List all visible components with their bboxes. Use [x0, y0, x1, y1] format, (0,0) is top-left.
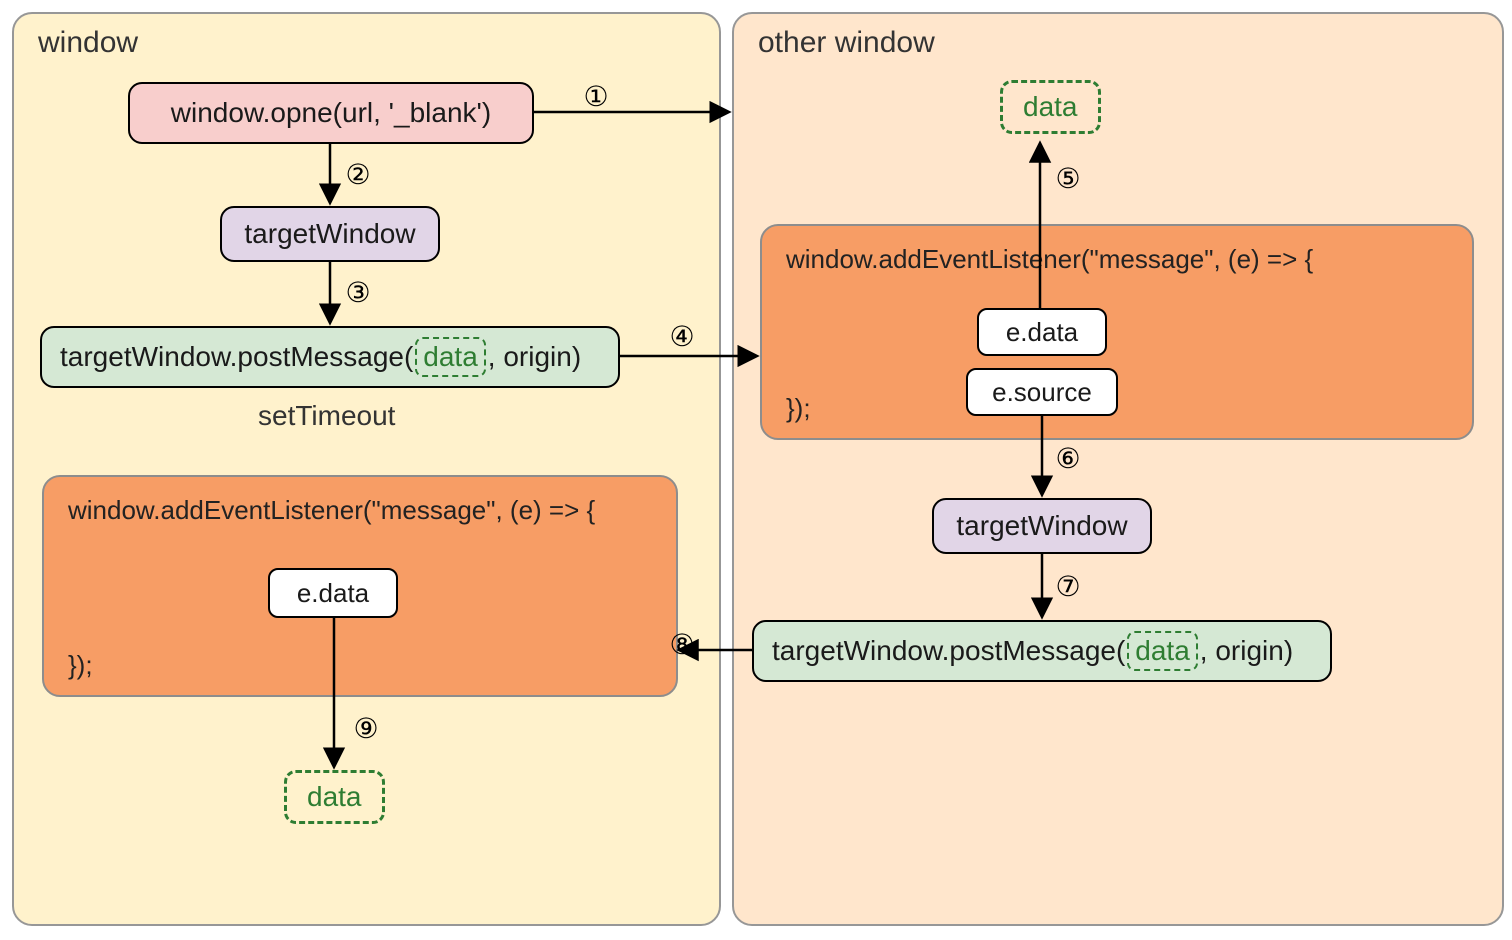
- target-window-node-left: targetWindow: [220, 206, 440, 262]
- step-3: ③: [340, 276, 376, 309]
- data-box-left: data: [284, 770, 385, 824]
- window-open-node: window.opne(url, '_blank'): [128, 82, 534, 144]
- window-title: window: [38, 26, 138, 60]
- other-window-container: other window: [732, 12, 1504, 926]
- step-9: ⑨: [348, 712, 384, 745]
- e-data-node-right: e.data: [977, 308, 1107, 356]
- step-4: ④: [664, 320, 700, 353]
- step-5: ⑤: [1050, 162, 1086, 195]
- step-1: ①: [578, 80, 614, 113]
- post-suffix-right: , origin): [1200, 635, 1293, 667]
- e-source-node-right: e.source: [966, 368, 1118, 416]
- post-message-node-left: targetWindow.postMessage( data , origin): [40, 326, 620, 388]
- listener-open-right: window.addEventListener("message", (e) =…: [786, 244, 1448, 275]
- step-8: ⑧: [664, 628, 700, 661]
- inline-data-left: data: [415, 337, 486, 377]
- e-data-node-left: e.data: [268, 568, 398, 618]
- post-suffix-left: , origin): [488, 341, 581, 373]
- step-6: ⑥: [1050, 442, 1086, 475]
- listener-close-right: });: [786, 393, 811, 424]
- step-2: ②: [340, 158, 376, 191]
- step-7: ⑦: [1050, 570, 1086, 603]
- settimeout-label: setTimeout: [258, 400, 395, 432]
- data-box-right: data: [1000, 80, 1101, 134]
- post-prefix-right: targetWindow.postMessage(: [772, 635, 1125, 667]
- listener-open-left: window.addEventListener("message", (e) =…: [68, 495, 652, 526]
- other-window-title: other window: [758, 26, 935, 60]
- listener-close-left: });: [68, 650, 93, 681]
- diagram-canvas: window other window window.opne(url, '_b…: [0, 0, 1512, 940]
- target-window-node-right: targetWindow: [932, 498, 1152, 554]
- post-prefix-left: targetWindow.postMessage(: [60, 341, 413, 373]
- inline-data-right: data: [1127, 631, 1198, 671]
- post-message-node-right: targetWindow.postMessage( data , origin): [752, 620, 1332, 682]
